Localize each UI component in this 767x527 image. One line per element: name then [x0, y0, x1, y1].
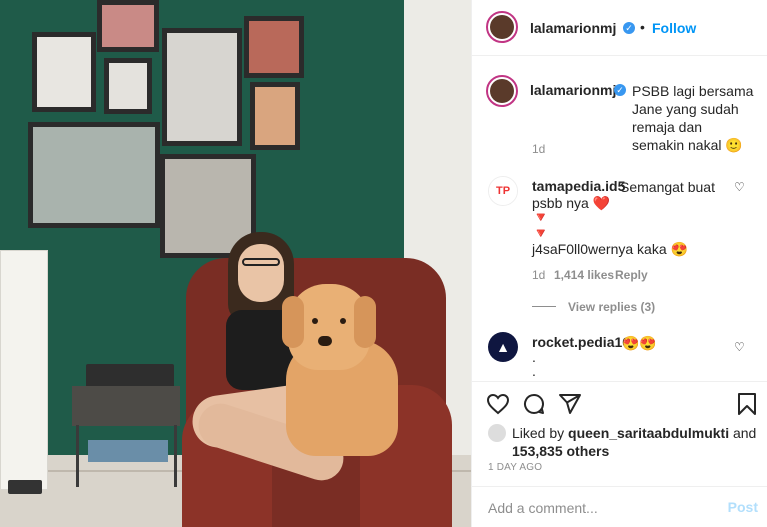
comment-like-heart-icon[interactable]: ♡: [734, 340, 745, 354]
wall-mirror: [28, 122, 160, 228]
commenter-avatar[interactable]: ▲: [488, 332, 518, 362]
verified-badge-icon: ✓: [614, 84, 626, 96]
dog-ear: [282, 296, 304, 348]
person-glasses: [242, 258, 280, 266]
side-table-leg: [174, 425, 177, 487]
post-header: lalamarionmj ✓ • Follow: [472, 0, 767, 56]
likes-connector: and: [732, 425, 757, 441]
add-comment-input[interactable]: [486, 499, 710, 517]
view-replies-line: [532, 306, 556, 307]
post-photo[interactable]: [0, 0, 471, 527]
post-comment-button[interactable]: Post: [728, 499, 758, 515]
comment-username[interactable]: tamapedia.id5: [532, 178, 625, 194]
likes-summary: Liked by queen_saritaabdulmukti and 153,…: [512, 424, 762, 460]
wall-frame-platinum-award: [162, 28, 242, 146]
likes-count[interactable]: 153,835 others: [512, 443, 609, 459]
rocket-icon: ▲: [496, 339, 510, 355]
side-table: [72, 386, 180, 426]
comment-username[interactable]: rocket.pedia16: [532, 334, 630, 350]
caption-age[interactable]: 1d: [532, 142, 545, 156]
tp-logo-icon: TP: [489, 177, 517, 205]
post-side-panel: lalamarionmj ✓ • Follow lalamarionmj ✓ P…: [471, 0, 767, 527]
comment-text: Semangat buat: [620, 179, 715, 195]
dog-eye: [340, 318, 346, 324]
likes-prefix: Liked by: [512, 425, 565, 441]
add-comment-row: Post: [472, 486, 767, 527]
follow-button[interactable]: Follow: [652, 20, 696, 36]
post-actions-bar: [472, 381, 767, 422]
post-timestamp[interactable]: 1 DAY AGO: [488, 462, 542, 473]
verified-badge-icon: ✓: [623, 22, 635, 34]
comment-text: 😍😍: [622, 335, 657, 351]
separator-dot: •: [640, 19, 645, 35]
comment-text: j4saF0ll0wernya kaka 😍: [532, 241, 688, 257]
caption-author-username[interactable]: lalamarionmj: [530, 82, 616, 98]
liker-avatar[interactable]: [488, 424, 506, 442]
comment-text: .: [532, 363, 536, 379]
comment-age[interactable]: 1d: [532, 268, 545, 282]
side-table-books: [88, 440, 168, 462]
dog-nose: [318, 336, 332, 346]
caption-text-line1: PSBB lagi bersama Jane yang sudah remaja…: [632, 82, 756, 154]
wall-frame-concert: [244, 16, 304, 78]
caption-text: PSBB lagi bersama Jane yang sudah remaja…: [632, 83, 754, 153]
likes-user[interactable]: queen_saritaabdulmukti: [568, 425, 729, 441]
author-username[interactable]: lalamarionmj: [530, 20, 616, 36]
heart-icon[interactable]: [486, 392, 510, 416]
turntable: [86, 364, 174, 388]
caption-author-avatar[interactable]: [486, 75, 518, 107]
comment-like-heart-icon[interactable]: ♡: [734, 180, 745, 194]
author-avatar[interactable]: [486, 11, 518, 43]
comment-icon[interactable]: [522, 392, 546, 416]
side-table-leg: [76, 425, 79, 487]
reply-button[interactable]: Reply: [615, 268, 648, 282]
share-icon[interactable]: [558, 392, 582, 416]
wall-frame-portrait-1: [97, 0, 159, 52]
dog-ear: [354, 296, 376, 348]
wall-frame-sketch-1: [32, 32, 96, 112]
floor-lamp: [0, 250, 48, 490]
wall-frame-sketch-2: [104, 58, 152, 114]
dog-eye: [312, 318, 318, 324]
wall-frame-portrait-2: [250, 82, 300, 150]
view-replies-button[interactable]: View replies (3): [568, 300, 655, 314]
comment-likes[interactable]: 1,414 likes: [554, 268, 614, 282]
floor-lamp-base: [8, 480, 42, 494]
instagram-post-view: lalamarionmj ✓ • Follow lalamarionmj ✓ P…: [0, 0, 767, 527]
person-face: [238, 244, 284, 302]
commenter-avatar[interactable]: TP: [488, 176, 518, 206]
bookmark-icon[interactable]: [736, 392, 758, 416]
